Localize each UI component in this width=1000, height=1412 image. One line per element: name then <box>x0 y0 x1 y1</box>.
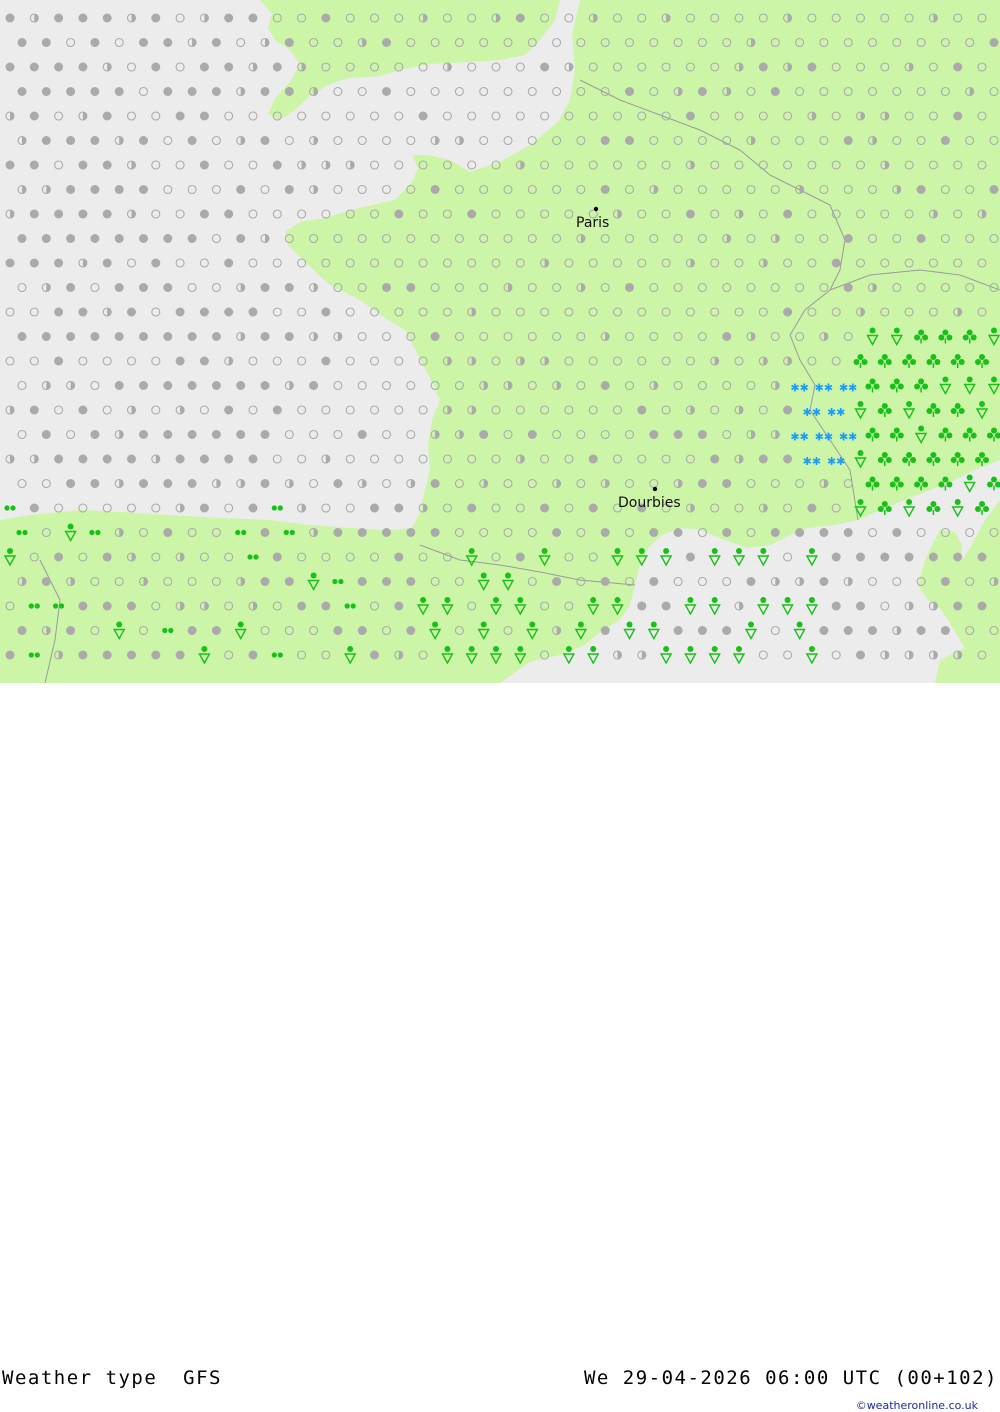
svg-text:✱✱: ✱✱ <box>839 382 857 395</box>
weather-map: ✱✱ ✱✱ ✱✱ ✱✱ ✱✱ ✱✱ ✱✱ ✱✱ ✱✱ ✱✱ Paris Dourbies <box>0 0 1000 683</box>
city-dot-dourbies <box>652 486 658 492</box>
svg-text:✱✱: ✱✱ <box>803 455 821 468</box>
map-title: Weather type GFS <box>2 1367 222 1389</box>
svg-text:✱✱: ✱✱ <box>790 431 808 444</box>
svg-text:✱✱: ✱✱ <box>815 431 833 444</box>
city-label-dourbies: Dourbies <box>618 495 681 511</box>
svg-text:✱✱: ✱✱ <box>815 382 833 395</box>
svg-text:✱✱: ✱✱ <box>839 431 857 444</box>
svg-text:✱✱: ✱✱ <box>790 382 808 395</box>
city-label-paris: Paris <box>576 215 609 231</box>
city-dot-paris <box>593 206 599 212</box>
svg-text:✱✱: ✱✱ <box>803 406 821 419</box>
svg-text:✱✱: ✱✱ <box>827 406 845 419</box>
valid-time: We 29-04-2026 06:00 UTC (00+102) <box>583 1367 998 1389</box>
svg-text:✱✱: ✱✱ <box>827 455 845 468</box>
model-name: GFS <box>183 1367 222 1389</box>
credit-link[interactable]: ©weatheronline.co.uk <box>856 1399 978 1412</box>
footer-bar: Weather type GFS We 29-04-2026 06:00 UTC… <box>0 683 1000 1412</box>
title-text: Weather type <box>2 1367 158 1389</box>
